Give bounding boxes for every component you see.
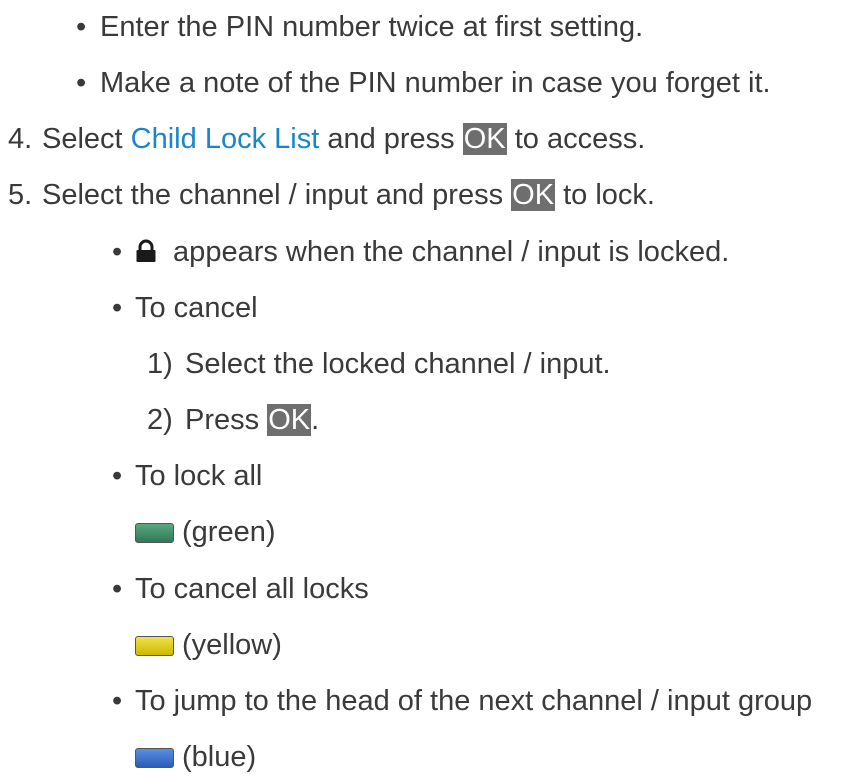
blue-button-icon — [135, 748, 174, 768]
lock-note-text: appears when the channel / input is lock… — [165, 236, 730, 268]
child-lock-list-link[interactable]: Child Lock List — [131, 123, 320, 155]
bullet-dot: • — [76, 11, 87, 43]
step-4-number: 4. — [8, 123, 33, 155]
bullet-dot: • — [112, 292, 123, 324]
bullet-dot: • — [112, 460, 123, 492]
step-4-post: to access. — [506, 123, 646, 155]
lock-all-key: (green) — [135, 515, 276, 549]
cancel-sub1-number: 1) — [147, 348, 173, 380]
step-5-pre: Select the channel / input and press — [42, 179, 512, 211]
lock-all-heading: To lock all — [135, 460, 263, 492]
cancel-sub2-number: 2) — [147, 404, 173, 436]
lock-note: appears when the channel / input is lock… — [135, 235, 729, 269]
cancel-all-key: (yellow) — [135, 628, 282, 662]
bullet-dot: • — [112, 685, 123, 717]
jump-heading: To jump to the head of the next channel … — [135, 685, 813, 717]
bullet-dot: • — [76, 67, 87, 99]
cancel-all-heading: To cancel all locks — [135, 573, 369, 605]
blue-label: (blue) — [182, 741, 257, 773]
green-button-icon — [135, 523, 174, 543]
cancel-sub1-text: Select the locked channel / input. — [185, 348, 611, 380]
step-4-pre: Select — [42, 123, 131, 155]
lock-icon — [136, 239, 156, 262]
yellow-button-icon — [135, 636, 174, 656]
green-label: (green) — [182, 516, 276, 548]
bullet-dot: • — [112, 573, 123, 605]
bullet-pin-twice: Enter the PIN number twice at first sett… — [100, 11, 644, 43]
bullet-dot: • — [112, 236, 123, 268]
cancel-sub2-post: . — [311, 404, 320, 436]
step-4-mid: and press — [319, 123, 463, 155]
cancel-heading: To cancel — [135, 292, 258, 324]
jump-key: (blue) — [135, 740, 256, 774]
ok-key-label: OK — [462, 123, 507, 155]
yellow-label: (yellow) — [182, 629, 282, 661]
bullet-pin-note: Make a note of the PIN number in case yo… — [100, 67, 771, 99]
cancel-sub2-text: Press OK. — [185, 403, 319, 437]
ok-key-label: OK — [267, 404, 312, 436]
step-4-text: Select Child Lock List and press OK to a… — [42, 122, 645, 156]
ok-key-label: OK — [511, 179, 556, 211]
step-5-number: 5. — [8, 179, 33, 211]
cancel-sub2-pre: Press — [185, 404, 268, 436]
step-5-post: to lock. — [555, 179, 655, 211]
step-5-text: Select the channel / input and press OK … — [42, 178, 655, 212]
